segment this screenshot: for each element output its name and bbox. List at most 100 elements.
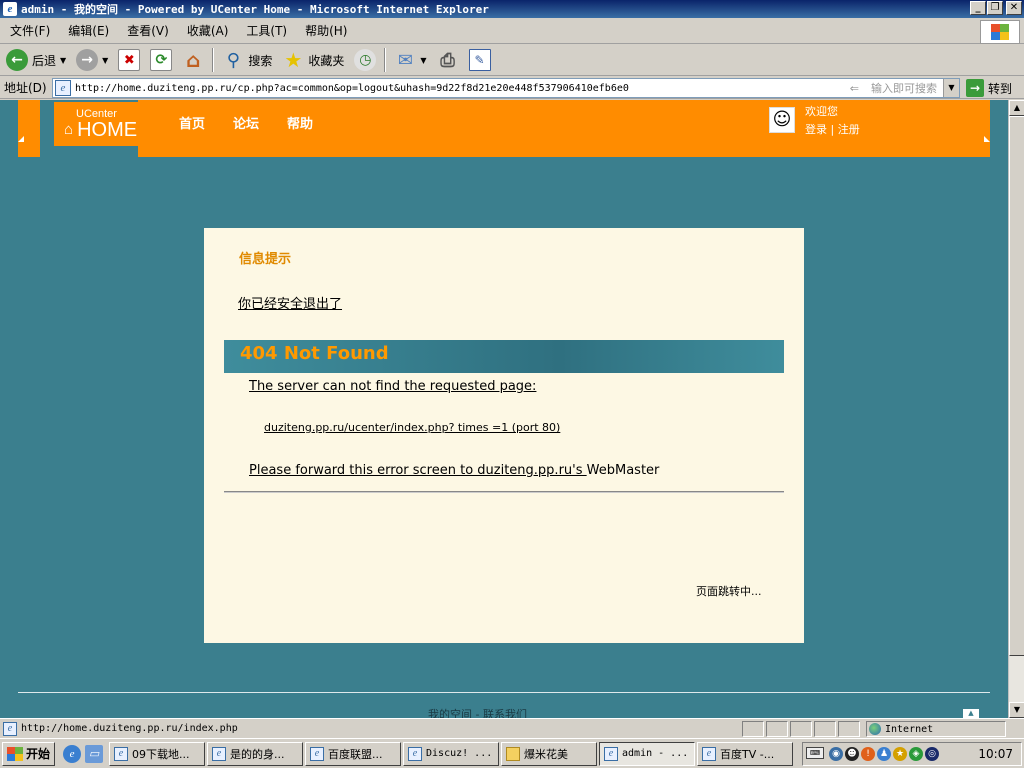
error-forward-note: Please forward this error screen to duzi… <box>249 463 659 478</box>
menu-file[interactable]: 文件(F) <box>10 22 50 39</box>
system-tray: ◉ ☻ ! ♟ ★ ◈ ◎ 10:07 <box>802 742 1022 766</box>
security-zone[interactable]: Internet <box>866 721 1006 737</box>
task-list: e 09下载地... e 是的的身... e 百度联盟... e Discuz! ... 爆米花… <box>109 741 795 766</box>
scroll-thumb[interactable] <box>1009 116 1024 656</box>
taskbar-item-label: 爆米花美 <box>524 747 569 761</box>
start-label: 开始 <box>26 747 51 761</box>
quick-launch: e ▭ <box>63 744 104 763</box>
scroll-up-button[interactable]: ▲ <box>1009 100 1024 116</box>
chevron-down-icon[interactable]: ▼ <box>420 56 426 65</box>
media-tray-icon[interactable]: ◎ <box>925 747 939 761</box>
qq-icon[interactable]: ☻ <box>845 747 859 761</box>
address-bar: 地址(D) e http://home.duziteng.pp.ru/cp.ph… <box>0 77 1024 99</box>
show-desktop-icon[interactable]: ▭ <box>85 744 104 763</box>
home-button[interactable]: ⌂ <box>180 47 206 73</box>
menu-tools[interactable]: 工具(T) <box>246 22 287 39</box>
link-separator: | <box>830 123 835 136</box>
history-icon: ◷ <box>354 49 377 71</box>
update-icon[interactable]: ! <box>861 747 875 761</box>
ie-page-icon: e <box>114 746 129 761</box>
scroll-top-icon[interactable]: ▲ <box>963 709 979 718</box>
taskbar-item[interactable]: e 百度TV -... <box>697 741 794 766</box>
ie-page-icon: e <box>310 746 325 761</box>
back-button[interactable]: ← 后退 ▼ <box>4 47 68 73</box>
menu-bar: 文件(F) 编辑(E) 查看(V) 收藏(A) 工具(T) 帮助(H) <box>0 18 1024 44</box>
edit-button[interactable]: ✎ <box>467 47 493 73</box>
message-panel: 信息提示 你已经安全退出了 404 Not Found The server c… <box>204 228 804 643</box>
scroll-down-button[interactable]: ▼ <box>1009 702 1024 718</box>
nav-help[interactable]: 帮助 <box>287 113 313 132</box>
login-link[interactable]: 登录 <box>805 123 827 136</box>
taskbar-item[interactable]: e Discuz! ... <box>403 741 500 766</box>
print-button[interactable]: ⎙ <box>435 47 461 73</box>
taskbar-item[interactable]: e 百度联盟... <box>305 741 402 766</box>
avatar[interactable]: ☺ <box>769 107 795 133</box>
logo-home-label: HOME <box>77 119 138 141</box>
nav-forum[interactable]: 论坛 <box>233 113 259 132</box>
history-button[interactable]: ◷ <box>352 47 378 73</box>
footer-divider <box>18 692 990 693</box>
address-input[interactable]: e http://home.duziteng.pp.ru/cp.php?ac=c… <box>52 78 960 98</box>
clock[interactable]: 10:07 <box>978 747 1013 761</box>
menu-help[interactable]: 帮助(H) <box>305 22 347 39</box>
taskbar-item-label: 百度TV -... <box>720 747 775 761</box>
site-logo[interactable]: UCenter ⌂ HOME <box>40 100 138 157</box>
address-url[interactable]: http://home.duziteng.pp.ru/cp.php?ac=com… <box>75 83 629 94</box>
register-link[interactable]: 注册 <box>838 123 860 136</box>
message-text[interactable]: 你已经安全退出了 <box>238 293 342 312</box>
printer-icon: ⎙ <box>440 49 455 71</box>
star-tray-icon[interactable]: ★ <box>893 747 907 761</box>
ie-page-icon: e <box>408 746 423 761</box>
ie-quicklaunch-icon[interactable]: e <box>63 744 82 763</box>
stop-icon: ✖ <box>118 49 141 71</box>
back-arrow-icon: ← <box>6 49 28 71</box>
close-button[interactable]: ✕ <box>1006 1 1022 15</box>
window-title: admin - 我的空间 - Powered by UCenter Home -… <box>21 3 489 16</box>
taskbar-item[interactable]: 爆米花美 <box>501 741 598 766</box>
chevron-down-icon[interactable]: ▼ <box>60 56 66 65</box>
status-url: http://home.duziteng.pp.ru/index.php <box>21 723 238 734</box>
maximize-button[interactable]: ❐ <box>987 1 1003 15</box>
menu-view[interactable]: 查看(V) <box>127 22 169 39</box>
go-button[interactable]: → 转到 <box>966 79 1012 97</box>
menu-edit[interactable]: 编辑(E) <box>68 22 109 39</box>
network-icon[interactable]: ◉ <box>829 747 843 761</box>
menu-favorites[interactable]: 收藏(A) <box>187 22 229 39</box>
folder-icon <box>506 746 521 761</box>
error-title: 404 Not Found <box>240 343 389 364</box>
hint-arrow-icon: ⇐ <box>849 82 859 95</box>
favorites-button[interactable]: ★ 收藏夹 <box>280 47 346 73</box>
search-button[interactable]: ⚲ 搜索 <box>220 47 274 73</box>
ie-icon: e <box>3 2 17 16</box>
status-cell <box>742 721 764 737</box>
security-tray-icon[interactable]: ◈ <box>909 747 923 761</box>
refresh-icon: ⟳ <box>150 49 173 71</box>
status-bar: e http://home.duziteng.pp.ru/index.php I… <box>0 718 1024 738</box>
chevron-down-icon[interactable]: ▼ <box>102 56 108 65</box>
start-button[interactable]: 开始 <box>2 741 56 766</box>
taskbar-item-label: 是的的身... <box>230 747 285 761</box>
mail-button[interactable]: ✉ ▼ <box>392 47 428 73</box>
stop-button[interactable]: ✖ <box>116 47 142 73</box>
taskbar-item[interactable]: e 09下载地... <box>109 741 206 766</box>
footer-text[interactable]: 我的空间 - 联系我们 <box>428 706 527 718</box>
nav-home[interactable]: 首页 <box>179 113 205 132</box>
minimize-button[interactable]: _ <box>970 1 986 15</box>
error-url: duziteng.pp.ru/ucenter/index.php? times … <box>264 421 561 434</box>
window-controls: _ ❐ ✕ <box>970 1 1022 15</box>
go-label: 转到 <box>988 81 1013 96</box>
taskbar-item-label: Discuz! ... <box>426 748 493 759</box>
vertical-scrollbar[interactable]: ▲ ▼ <box>1008 100 1024 718</box>
refresh-button[interactable]: ⟳ <box>148 47 174 73</box>
error-forward-link[interactable]: Please forward this error screen to duzi… <box>249 463 587 478</box>
address-dropdown-button[interactable]: ▼ <box>943 79 959 97</box>
window-titlebar[interactable]: e admin - 我的空间 - Powered by UCenter Home… <box>0 0 1024 18</box>
forward-button[interactable]: → ▼ <box>74 47 110 73</box>
taskbar-item[interactable]: e 是的的身... <box>207 741 304 766</box>
messenger-icon[interactable]: ♟ <box>877 747 891 761</box>
redirect-text: 页面跳转中... <box>696 585 762 598</box>
header-corner-right <box>984 136 990 142</box>
logo-big-text: ⌂ HOME <box>64 120 138 140</box>
taskbar-item[interactable]: e admin - ... <box>599 741 696 766</box>
toolbar-separator <box>384 48 387 72</box>
